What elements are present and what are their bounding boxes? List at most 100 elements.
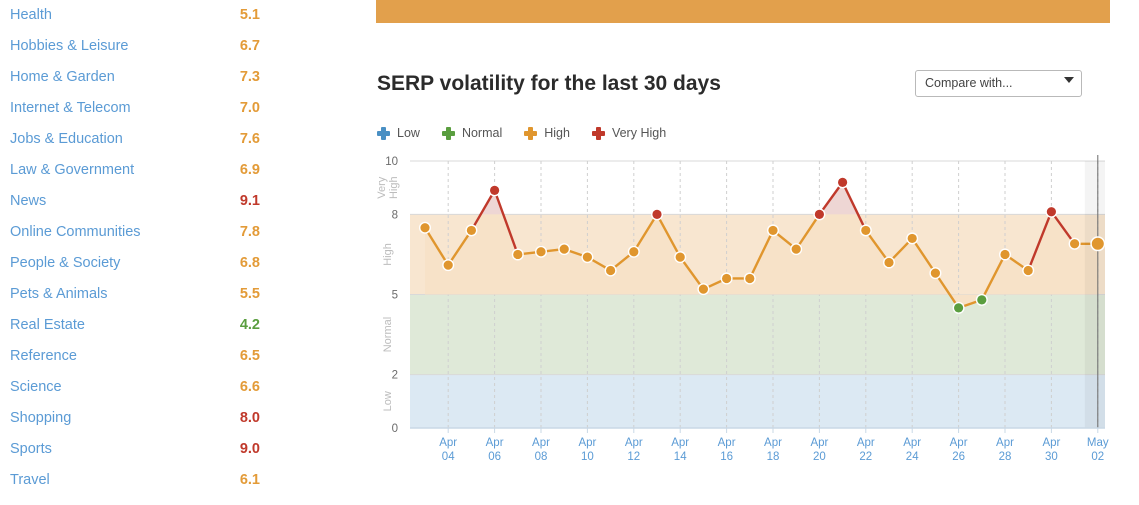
volatility-chart: 0 2 5 8 10 Low Normal High Very High Apr 04 Apr 06 A… (370, 150, 1139, 480)
x-axis-tick-label: 08 (535, 451, 548, 463)
category-score: 9.0 (239, 441, 260, 457)
category-row: Hobbies & Leisure 6.7 (10, 31, 260, 62)
category-link[interactable]: Science (10, 372, 62, 403)
category-score: 7.3 (239, 69, 260, 85)
x-axis-tick-label: Apr (950, 437, 968, 449)
category-row: Home & Garden 7.3 (10, 62, 260, 93)
legend-item-very-high[interactable]: Very High (591, 126, 667, 140)
legend-label: Normal (461, 126, 503, 140)
x-axis-tick-label: Apr (903, 437, 921, 449)
chart-x-axis-labels: Apr 04 Apr 06 Apr 08 Apr 10 Apr 12 Apr 14 Apr 16 Apr 18… (410, 427, 1109, 463)
x-axis-tick-label: 26 (952, 451, 965, 463)
data-point (930, 268, 941, 278)
category-score: 7.6 (239, 131, 260, 147)
x-axis-tick-label: 10 (581, 451, 594, 463)
category-score: 6.6 (239, 379, 260, 395)
orange-banner (376, 0, 1110, 23)
data-point (698, 284, 708, 294)
category-link[interactable]: Health (10, 0, 52, 31)
category-row: Internet & Telecom 7.0 (10, 93, 260, 124)
legend-marker-icon (441, 126, 455, 140)
band-label: Normal (382, 317, 394, 352)
legend-marker-icon (524, 126, 538, 140)
x-axis-tick-label: 22 (859, 451, 872, 463)
data-point (536, 247, 546, 257)
x-axis-tick-label: 24 (906, 451, 919, 463)
category-score: 6.7 (239, 38, 260, 54)
data-point (1000, 249, 1010, 260)
legend-label: Low (397, 126, 420, 140)
data-point (1091, 237, 1104, 250)
data-point (1023, 265, 1033, 276)
category-link[interactable]: Hobbies & Leisure (10, 31, 129, 62)
category-score: 5.5 (239, 286, 260, 302)
volatility-chart-svg: 025810 LowNormalHighVery High Apr04Apr06A… (376, 155, 1109, 463)
x-axis-tick-label: 14 (674, 451, 687, 463)
data-point (884, 257, 894, 268)
category-score: 5.1 (239, 7, 260, 23)
category-volatility-list: Health 5.1 Hobbies & Leisure 6.7 Home & Gard… (0, 0, 360, 505)
compare-with-select[interactable]: Compare with... (915, 70, 1082, 97)
data-point (722, 273, 732, 284)
page-root: Health 5.1 Hobbies & Leisure 6.7 Home & Gard… (0, 0, 1139, 505)
data-point (420, 223, 430, 233)
y-axis-tick-label: 10 (385, 156, 398, 168)
category-row: Pets & Animals 5.5 (10, 279, 260, 310)
category-row: Health 5.1 (10, 0, 260, 31)
data-point (791, 244, 801, 254)
y-axis-tick-label: 2 (392, 370, 398, 382)
category-score: 6.1 (239, 472, 260, 488)
category-link[interactable]: Jobs & Education (10, 124, 123, 155)
category-link[interactable]: Internet & Telecom (10, 93, 131, 124)
category-link[interactable]: People & Society (10, 248, 120, 279)
category-link[interactable]: Law & Government (10, 155, 134, 186)
category-link[interactable]: News (10, 186, 46, 217)
data-point (814, 209, 824, 219)
category-link[interactable]: Reference (10, 341, 77, 372)
x-axis-tick-label: Apr (1042, 437, 1060, 449)
category-link[interactable]: Sports (10, 434, 52, 465)
category-row: Law & Government 6.9 (10, 155, 260, 186)
category-link[interactable]: Real Estate (10, 310, 85, 341)
legend-item-high[interactable]: High (524, 126, 570, 140)
x-axis-tick-label: Apr (996, 437, 1014, 449)
chart-highlight-region (1084, 155, 1105, 428)
data-point (582, 252, 592, 262)
data-point (675, 252, 685, 262)
chart-legend: Low Normal High Very High (377, 123, 688, 143)
data-point (1046, 207, 1056, 217)
category-row: Science 6.6 (10, 372, 260, 403)
data-point (490, 185, 500, 195)
data-point (907, 233, 917, 244)
legend-item-low[interactable]: Low (377, 126, 420, 140)
legend-marker-icon (591, 126, 605, 140)
y-axis-tick-label: 8 (392, 209, 398, 221)
category-row: Real Estate 4.2 (10, 310, 260, 341)
category-score: 7.0 (239, 100, 260, 116)
chart-header: SERP volatility for the last 30 days Com… (377, 66, 1112, 106)
legend-marker-icon (377, 126, 390, 140)
category-row: Sports 9.0 (10, 434, 260, 465)
category-row: Jobs & Education 7.6 (10, 124, 260, 155)
x-axis-tick-label: Apr (857, 437, 875, 449)
category-link[interactable]: Shopping (10, 403, 71, 434)
category-row: Reference 6.5 (10, 341, 260, 372)
band-label: High (382, 243, 394, 266)
x-axis-tick-label: Apr (671, 437, 689, 449)
y-axis-tick-label: 5 (392, 290, 398, 302)
data-point (745, 273, 755, 284)
x-axis-tick-label: 12 (627, 451, 640, 463)
category-link[interactable]: Online Communities (10, 217, 141, 248)
category-link[interactable]: Travel (10, 465, 50, 496)
legend-label: Very High (611, 126, 667, 140)
category-row: People & Society 6.8 (10, 248, 260, 279)
category-link[interactable]: Home & Garden (10, 62, 115, 93)
x-axis-tick-label: 20 (813, 451, 826, 463)
category-score: 4.2 (239, 317, 260, 333)
legend-item-normal[interactable]: Normal (441, 126, 503, 140)
x-axis-tick-label: Apr (810, 437, 828, 449)
x-axis-tick-label: 02 (1091, 451, 1104, 463)
x-axis-tick-label: May (1087, 437, 1109, 449)
category-link[interactable]: Pets & Animals (10, 279, 108, 310)
legend-label: High (544, 126, 570, 140)
